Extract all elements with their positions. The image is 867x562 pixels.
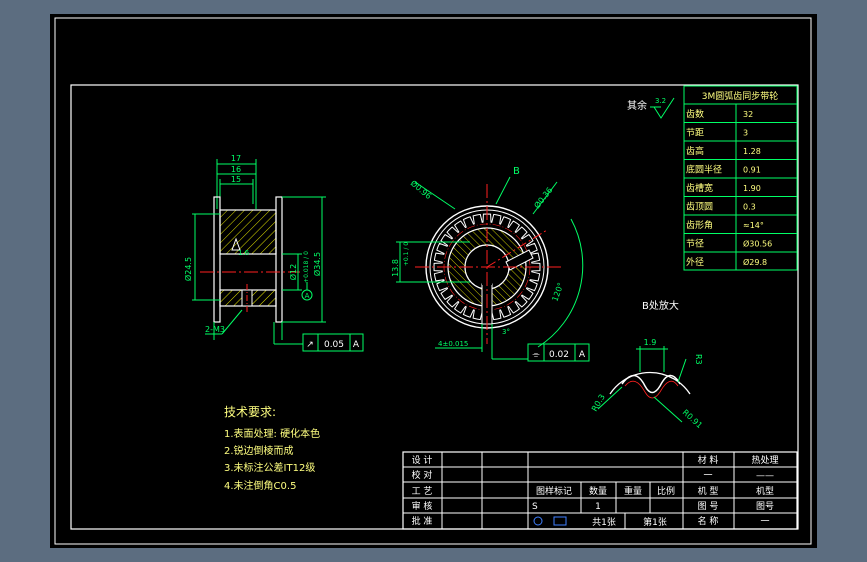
tb-value: 1 [595, 502, 601, 512]
tb-value: S [532, 502, 538, 512]
spec-value: 32 [743, 110, 753, 119]
left-section-view: 17 16 15 1.6 Ø24.5 Ø12 +0.018 / 0 Ø34.5 … [183, 154, 364, 352]
tb-right-label: 机 型 [698, 485, 719, 497]
tb-sheets-current: 第1张 [643, 516, 667, 528]
tech-item: 3.未标注公差IT12级 [224, 461, 315, 474]
dim-b: Ø0.36 [532, 185, 555, 210]
spec-label: 外径 [686, 256, 704, 268]
runout-icon: ↗ [306, 340, 314, 350]
datum-a: A [305, 292, 310, 300]
spec-value: 1.28 [743, 147, 761, 156]
tech-item: 1.表面处理: 硬化本色 [224, 427, 320, 440]
tb-right-value: 机型 [756, 485, 774, 497]
tech-item: 2.锐边倒棱而成 [224, 444, 294, 457]
tb-sheets-total: 共1张 [592, 517, 616, 528]
tech-requirements: 技术要求: 1.表面处理: 硬化本色 2.锐边倒棱而成 3.未标注公差IT12级… [224, 405, 320, 492]
tb-right-dash: —— [756, 471, 774, 481]
tb-header: 重量 [624, 485, 642, 497]
spec-table-title: 3M圆弧齿同步带轮 [702, 90, 779, 102]
detail-dim-right: R3 [694, 354, 703, 365]
detail-dim-top: 1.9 [644, 338, 657, 347]
spec-value: 3 [743, 129, 748, 138]
logo-box-icon [553, 516, 567, 526]
tech-item: 4.未注倒角C0.5 [224, 479, 296, 492]
tech-title: 技术要求: [224, 405, 276, 419]
label-b: B [513, 166, 520, 177]
spec-label: 底圆半径 [686, 164, 722, 176]
dim-d12: Ø12 [288, 264, 298, 280]
dim-16: 16 [231, 165, 241, 174]
tol2-value: 0.02 [549, 350, 569, 360]
dim-15: 15 [231, 175, 241, 184]
drawing-canvas: 3M圆弧齿同步带轮 齿数 32 节距 3 齿高 1.28 底圆半径 0.91 齿… [54, 17, 812, 545]
roughness-value: 3.2 [655, 97, 666, 105]
spec-value: Ø29.8 [743, 257, 767, 267]
tb-right-header: 材 料 [698, 454, 719, 466]
tb-label: 批 准 [412, 515, 433, 527]
spec-label: 齿数 [686, 108, 704, 120]
detail-title: B处放大 [642, 299, 679, 312]
tb-right-label: 图 号 [698, 501, 719, 512]
dim-d24: Ø24.5 [183, 257, 193, 281]
tb-right-value: 一 [760, 517, 769, 527]
dim-a: Ø0.96 [409, 178, 434, 201]
spec-value: 0.3 [743, 203, 756, 212]
dim-2m3: 2-M3 [205, 325, 225, 334]
tb-label: 工 艺 [412, 486, 433, 497]
dim-13-8: 13.8 [391, 259, 400, 277]
tb-right-dash: 一 [703, 471, 712, 481]
spec-table: 3M圆弧齿同步带轮 齿数 32 节距 3 齿高 1.28 底圆半径 0.91 齿… [683, 85, 798, 271]
tol-datum: A [353, 340, 360, 350]
tb-label: 审 核 [412, 500, 433, 512]
detail-view-b: B处放大 1.9 R3 R0.3 R0.91 [590, 299, 704, 430]
spec-label: 齿顶圆 [686, 202, 713, 213]
tb-right-value: 图号 [756, 501, 774, 512]
tb-header: 数量 [589, 485, 607, 497]
roughness-label: 其余 [627, 99, 647, 112]
spec-label: 齿高 [686, 145, 704, 157]
angle-120: 120° [550, 281, 565, 302]
symmetry-icon: ⌯ [532, 350, 540, 360]
roughness-symbol: 其余 3.2 [627, 97, 675, 119]
dim-d12-tol: +0.018 / 0 [303, 251, 310, 283]
spec-label: 节距 [686, 128, 704, 139]
tol-value: 0.05 [324, 340, 344, 350]
dim-13-8-tol: +0.1 / 0 [403, 242, 410, 266]
spec-value: 0.91 [743, 166, 761, 175]
spec-value: Ø30.56 [743, 239, 772, 249]
title-block: 设 计 校 对 工 艺 审 核 批 准 图样标记 数量 重量 比例 S 1 共1… [402, 451, 798, 530]
dim-17: 17 [231, 154, 241, 163]
logo-icon [533, 516, 543, 526]
dim-d34: Ø34.5 [312, 252, 322, 276]
spec-value: 1.90 [743, 184, 761, 193]
cad-viewport[interactable]: 3M圆弧齿同步带轮 齿数 32 节距 3 齿高 1.28 底圆半径 0.91 齿… [50, 14, 817, 548]
angle-3: 3° [502, 328, 510, 336]
tb-label: 校 对 [412, 469, 433, 481]
tb-right-label: 名 称 [698, 515, 719, 527]
tb-header: 比例 [657, 485, 675, 497]
tol2-datum: A [579, 350, 586, 360]
tb-label: 设 计 [412, 454, 433, 466]
spec-label: 齿槽宽 [686, 182, 713, 194]
front-gear-view: 120° B Ø0.96 Ø0.36 13.8 +0.1 / 0 4±0.015… [391, 166, 590, 362]
inner-label: 1.6 [238, 249, 250, 257]
dim-4: 4±0.015 [438, 340, 468, 348]
spec-value: ≈14° [743, 221, 764, 230]
detail-dim-bottom: R0.91 [681, 408, 704, 430]
spec-label: 节径 [686, 238, 704, 250]
tb-right-header: 热处理 [751, 454, 778, 466]
tb-header: 图样标记 [536, 485, 572, 497]
spec-label: 齿形角 [686, 219, 713, 231]
